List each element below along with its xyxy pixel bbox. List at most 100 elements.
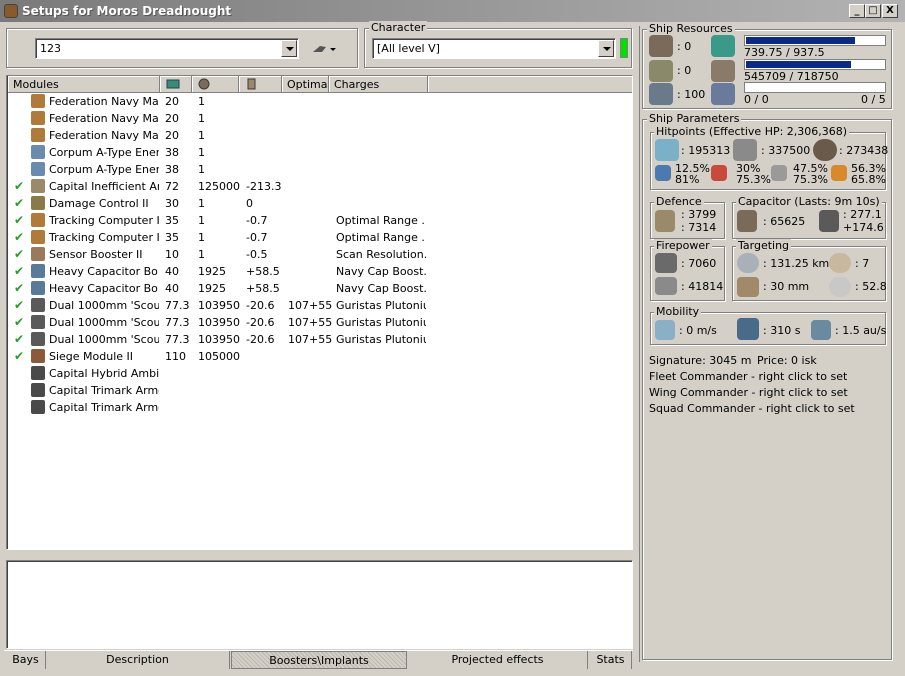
capacitor-label: Capacitor (Lasts: 9m 10s) [736, 195, 882, 208]
character-select[interactable]: [All level V] [372, 38, 616, 59]
module-row[interactable]: ✔ Dual 1000mm 'Scout... 77.3 103950 -20.6 107… [7, 297, 632, 314]
rig-icon [31, 383, 45, 397]
module-row[interactable]: ✔ Siege Module II 110 105000 [7, 348, 632, 365]
module-row[interactable]: ✔ Capital Inefficient Ar... 72 125000 -213.3 [7, 178, 632, 195]
ship-resources-label: Ship Resources [647, 22, 735, 35]
module-row[interactable]: ✔ Tracking Computer II 35 1 -0.7 Optimal Rang… [7, 212, 632, 229]
module-row[interactable]: ✔ Tracking Computer II 35 1 -0.7 Optimal Rang… [7, 229, 632, 246]
capacitor-icon [737, 210, 757, 232]
active-check-icon[interactable]: ✔ [14, 196, 24, 210]
fleet-commander-text[interactable]: Fleet Commander - right click to set [649, 370, 847, 383]
module-name: Corpum A-Type Ener... [49, 146, 159, 159]
align-time-icon [737, 318, 759, 340]
module-row[interactable]: ✔ Damage Control II 30 1 0 [7, 195, 632, 212]
column-header-optimal[interactable]: Optimal [282, 76, 329, 93]
splitter[interactable] [639, 26, 640, 662]
active-check-icon[interactable]: ✔ [14, 213, 24, 227]
column-header-charges[interactable]: Charges [329, 76, 428, 93]
column-header-capacitor[interactable] [239, 76, 282, 93]
module-row[interactable]: Corpum A-Type Ener... 38 1 [7, 144, 632, 161]
max-targets-value: : 7 [855, 257, 870, 270]
energy-module-icon [31, 162, 45, 176]
tab-stats[interactable]: Stats [590, 651, 632, 669]
explosive-resist-icon [831, 165, 847, 181]
active-check-icon[interactable]: ✔ [14, 315, 24, 329]
module-row[interactable]: Capital Trimark Armo... [7, 399, 632, 416]
tab-description[interactable]: Description [46, 651, 230, 669]
volley-value: : 41814 [681, 280, 724, 293]
character-select-value: [All level V] [377, 42, 440, 55]
active-check-icon[interactable]: ✔ [14, 247, 24, 261]
module-powergrid: 1 [198, 231, 205, 244]
armor-repairer-icon [31, 179, 45, 193]
tab-boosters-implants[interactable]: Boosters\Implants [231, 651, 407, 669]
module-row[interactable]: ✔ Sensor Booster II 10 1 -0.5 Scan Resolution… [7, 246, 632, 263]
capacitor-rate-1: : 277.1 [843, 208, 882, 221]
column-header-filler [428, 76, 632, 93]
module-row[interactable]: ✔ Dual 1000mm 'Scout... 77.3 103950 -20.6 107… [7, 314, 632, 331]
module-row[interactable]: Federation Navy Ma... 20 1 [7, 110, 632, 127]
module-name: Capital Hybrid Ambit ... [49, 367, 159, 380]
thermal-resist-icon [711, 165, 727, 181]
max-targets-icon [829, 253, 851, 273]
module-powergrid: 1 [198, 95, 205, 108]
module-row[interactable]: Capital Trimark Armo... [7, 382, 632, 399]
chevron-down-icon[interactable] [281, 40, 297, 57]
module-name: Capital Inefficient Ar... [49, 180, 159, 193]
module-row[interactable]: ✔ Dual 1000mm 'Scout... 77.3 103950 -20.6 107… [7, 331, 632, 348]
column-header-cpu[interactable] [160, 76, 192, 93]
chevron-down-icon[interactable] [598, 40, 614, 57]
shield-icon [655, 139, 679, 161]
module-name: Heavy Capacitor Bo... [49, 282, 159, 295]
module-charges: Guristas Plutoniu... [336, 333, 426, 346]
close-button[interactable]: X [882, 4, 898, 18]
module-powergrid: 103950 [198, 333, 240, 346]
capacitor-booster-icon [31, 281, 45, 295]
maximize-button[interactable]: □ [865, 4, 881, 18]
module-cpu: 40 [165, 282, 179, 295]
active-check-icon[interactable]: ✔ [14, 349, 24, 363]
module-row[interactable]: Capital Hybrid Ambit ... [7, 365, 632, 382]
column-header-modules[interactable]: Modules [8, 76, 160, 93]
module-row[interactable]: Federation Navy Ma... 20 1 [7, 127, 632, 144]
modules-list[interactable]: Modules Optimal Charges Federation Navy … [6, 75, 633, 550]
module-row[interactable]: ✔ Heavy Capacitor Bo... 40 1925 +58.5 Navy Ca… [7, 263, 632, 280]
damage-control-icon [31, 196, 45, 210]
module-name: Heavy Capacitor Bo... [49, 265, 159, 278]
em-resist-armor: 81% [675, 173, 700, 186]
ship-options-button[interactable] [310, 40, 340, 58]
module-capacitor: +58.5 [246, 282, 280, 295]
cpu-value: 739.75 / 937.5 [744, 46, 825, 59]
mobility-group: Mobility : 0 m/s : 310 s : 1.5 au/s [650, 305, 886, 345]
structure-icon [813, 139, 837, 161]
title-bar[interactable]: Setups for Moros Dreadnought _ □ X [0, 0, 905, 22]
minimize-button[interactable]: _ [849, 4, 865, 18]
calibration-value: : 100 [677, 88, 706, 101]
module-powergrid: 125000 [198, 180, 240, 193]
active-check-icon[interactable]: ✔ [14, 281, 24, 295]
app-icon [4, 4, 18, 18]
info-panel[interactable] [6, 560, 633, 649]
active-check-icon[interactable]: ✔ [14, 332, 24, 346]
wing-commander-text[interactable]: Wing Commander - right click to set [649, 386, 848, 399]
active-check-icon[interactable]: ✔ [14, 264, 24, 278]
weapon-mount-icon [31, 111, 45, 125]
module-row[interactable]: Corpum A-Type Ener... 38 1 [7, 161, 632, 178]
signature-text: Signature: 3045 m [649, 354, 752, 367]
module-row[interactable]: ✔ Heavy Capacitor Bo... 40 1925 +58.5 Navy Ca… [7, 280, 632, 297]
active-check-icon[interactable]: ✔ [14, 298, 24, 312]
tab-projected-effects[interactable]: Projected effects [408, 651, 588, 669]
module-row[interactable]: Federation Navy Ma... 20 1 [7, 93, 632, 110]
character-group: Character [All level V] [364, 21, 632, 68]
active-check-icon[interactable]: ✔ [14, 179, 24, 193]
capacitor-icon [247, 78, 256, 90]
setup-select[interactable]: 123 [35, 38, 299, 59]
defence-icon [655, 210, 675, 232]
squad-commander-text[interactable]: Squad Commander - right click to set [649, 402, 855, 415]
tab-bays[interactable]: Bays [6, 651, 46, 669]
module-name: Capital Trimark Armo... [49, 401, 159, 414]
column-header-powergrid[interactable] [192, 76, 239, 93]
signature-radius-icon [737, 277, 759, 297]
active-check-icon[interactable]: ✔ [14, 230, 24, 244]
armor-hp-value: : 337500 [761, 144, 811, 157]
